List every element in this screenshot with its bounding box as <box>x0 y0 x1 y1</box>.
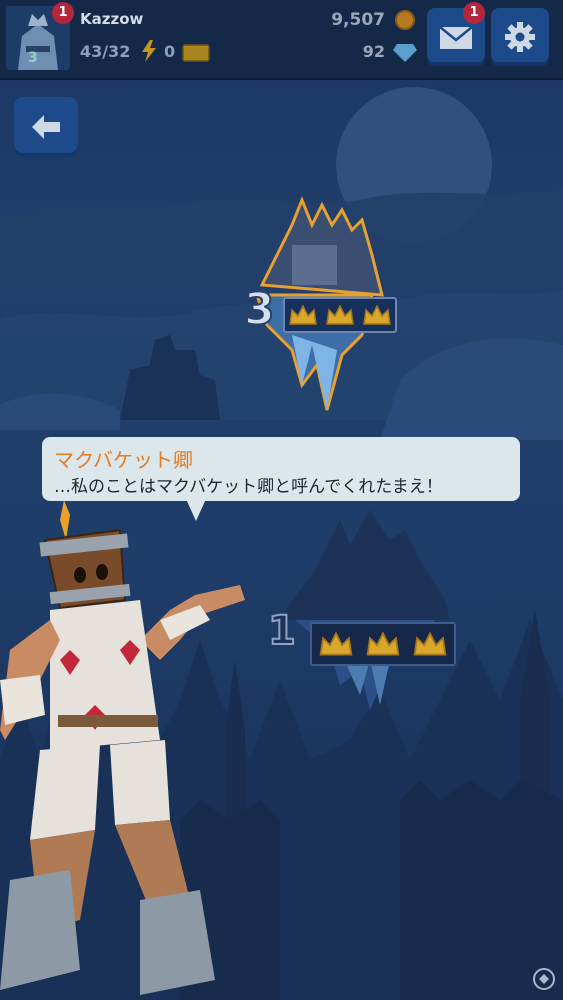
ticket-icon <box>182 44 210 62</box>
gear-icon <box>505 22 535 52</box>
avatar-notification-badge: 1 <box>52 2 74 24</box>
dialog-text: …私のことはマクバケット卿と呼んでくれたまえ！ <box>54 477 443 497</box>
crown-icon <box>362 304 391 325</box>
stage-1-island[interactable] <box>275 500 460 720</box>
crown-icon <box>366 631 400 656</box>
building-silhouette-right <box>400 780 563 1000</box>
back-button[interactable] <box>14 97 78 157</box>
character-sir-mcbucket <box>0 500 245 995</box>
game-screen: 3 1 マクバケット卿 …私のことはマクバケット卿と呼んでくれたまえ！ 3 1 … <box>0 0 563 1000</box>
gem-icon <box>393 44 417 62</box>
crown-icon <box>319 631 353 656</box>
top-status-bar: 3 1 Kazzow 43/32 0 9,507 92 1 <box>0 0 563 80</box>
back-arrow-icon <box>32 115 60 139</box>
stage-3-crowns <box>283 297 397 333</box>
energy-count: 43/32 <box>80 42 131 61</box>
crown-icon <box>326 304 354 325</box>
settings-button[interactable] <box>491 8 549 66</box>
crown-icon <box>289 304 318 325</box>
coin-count: 9,507 <box>331 10 385 30</box>
mail-notification-badge: 1 <box>463 2 485 24</box>
watermark-icon <box>533 968 555 990</box>
gem-count: 92 <box>362 42 385 61</box>
dialog-tail <box>186 499 206 521</box>
player-name: Kazzow <box>80 10 144 28</box>
ticket-count: 0 <box>164 42 176 61</box>
crown-icon <box>413 631 447 656</box>
player-level: 3 <box>28 50 38 66</box>
dialog-speaker-name: マクバケット卿 <box>54 448 193 472</box>
coin-icon <box>395 10 415 30</box>
stage-3-number: 3 <box>243 283 276 336</box>
lightning-icon <box>142 40 156 62</box>
stage-1-number: 1 <box>267 607 297 655</box>
stage-1-crowns <box>310 622 456 666</box>
